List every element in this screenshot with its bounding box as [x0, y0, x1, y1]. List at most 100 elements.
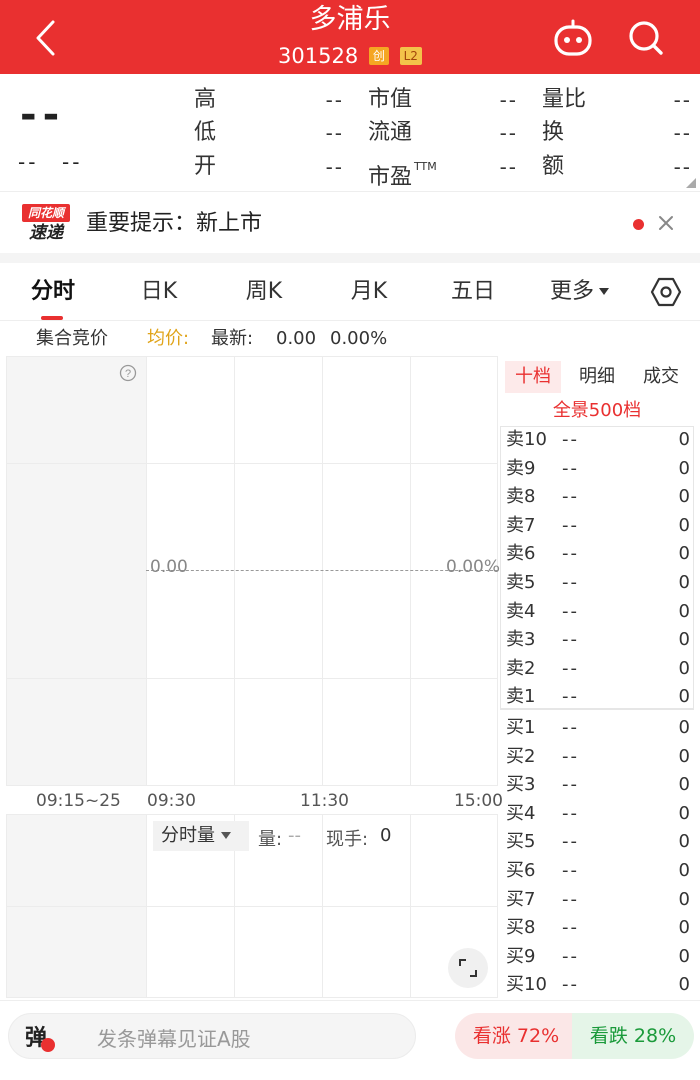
- level-volume: 0: [678, 774, 690, 796]
- open-value: --: [325, 155, 344, 179]
- tab-daily-k[interactable]: 日K: [120, 263, 198, 321]
- orderbook-tab-trades[interactable]: 成交: [632, 361, 690, 393]
- latest-label: 最新:: [211, 328, 254, 349]
- level-price: --: [562, 745, 579, 767]
- orderbook-buy-row[interactable]: 买7 -- 0: [506, 886, 690, 914]
- level-price: --: [562, 686, 579, 708]
- orderbook-sell-row[interactable]: 卖7 -- 0: [506, 512, 690, 540]
- current-hand-value: 0: [380, 825, 392, 846]
- danmu-input[interactable]: 弹 发条弹幕见证A股: [8, 1013, 416, 1059]
- level-name: 买3: [506, 774, 536, 796]
- level-price: --: [562, 860, 579, 881]
- high-label: 高: [194, 87, 217, 112]
- level-volume: 0: [678, 514, 690, 536]
- caret-down-icon: [221, 832, 231, 839]
- orderbook-sell-row[interactable]: 卖4 -- 0: [506, 598, 690, 626]
- level-volume: 0: [678, 629, 690, 651]
- orderbook-buy-row[interactable]: 买4 -- 0: [506, 800, 690, 828]
- orderbook-tab-detail[interactable]: 明细: [568, 361, 626, 393]
- grid-line: [410, 356, 411, 786]
- orderbook-buy-row[interactable]: 买10 -- 0: [506, 971, 690, 999]
- level2-badge: L2: [399, 47, 422, 65]
- pe-label: 市盈 TTM: [368, 152, 437, 193]
- active-tab-indicator: [41, 316, 63, 320]
- price-chart-frame: [6, 356, 498, 786]
- level-price: --: [562, 486, 579, 508]
- auction-label: 集合竞价: [36, 328, 108, 349]
- level-name: 卖2: [506, 657, 536, 679]
- orderbook-sell-row[interactable]: 卖3 -- 0: [506, 626, 690, 654]
- market-cap-label: 市值: [368, 87, 413, 112]
- orderbook-sell-row[interactable]: 卖2 -- 0: [506, 655, 690, 683]
- bull-vote-label: 看涨 72%: [472, 1025, 560, 1047]
- tab-weekly-k[interactable]: 周K: [225, 263, 303, 321]
- orderbook-sell-row[interactable]: 卖10 -- 0: [506, 426, 690, 454]
- high-value: --: [325, 88, 344, 112]
- orderbook-buy-row[interactable]: 买1 -- 0: [506, 714, 690, 742]
- tab-monthly-k[interactable]: 月K: [330, 263, 408, 321]
- chinext-badge: 创: [368, 47, 389, 65]
- search-button[interactable]: [622, 14, 670, 62]
- level-volume: 0: [678, 600, 690, 622]
- level-name: 卖4: [506, 600, 536, 622]
- orderbook-sell-row[interactable]: 卖1 -- 0: [506, 683, 690, 711]
- latest-pct: 0.00%: [330, 328, 388, 349]
- stock-code: 301528: [278, 44, 359, 68]
- orderbook-sell-row[interactable]: 卖6 -- 0: [506, 540, 690, 568]
- tab-intraday[interactable]: 分时: [14, 263, 92, 321]
- amount-value: --: [673, 155, 692, 179]
- level-volume: 0: [678, 543, 690, 565]
- orderbook-sell-row[interactable]: 卖8 -- 0: [506, 483, 690, 511]
- level-name: 买9: [506, 945, 536, 967]
- level-name: 买6: [506, 860, 536, 881]
- tab-more-label: 更多: [549, 279, 594, 304]
- volume-type-dropdown[interactable]: 分时量: [153, 821, 249, 851]
- close-icon[interactable]: [658, 215, 674, 231]
- notice-bar[interactable]: 同花顺 速递 重要提示：新上市: [0, 195, 700, 253]
- orderbook-buy-row[interactable]: 买5 -- 0: [506, 828, 690, 856]
- turnover-label: 换: [542, 120, 565, 145]
- turnover-value: --: [673, 121, 692, 145]
- panorama-500-link[interactable]: 全景500档: [500, 398, 694, 424]
- orderbook-buy-row[interactable]: 买8 -- 0: [506, 914, 690, 942]
- bear-vote-button[interactable]: 看跌 28%: [572, 1013, 694, 1059]
- auction-status-bar: 集合竞价 均价: 最新: 0.00 0.00%: [0, 322, 700, 356]
- time-label-open: 09:30: [147, 791, 196, 811]
- tab-more[interactable]: 更多: [540, 263, 620, 321]
- level-volume: 0: [678, 745, 690, 767]
- level-volume: 0: [678, 945, 690, 967]
- level-price: --: [562, 888, 579, 910]
- level-name: 买4: [506, 802, 536, 824]
- level-name: 卖9: [506, 457, 536, 479]
- level-volume: 0: [678, 802, 690, 824]
- time-label-close: 15:00: [454, 791, 503, 811]
- notice-text: 重要提示：新上市: [86, 211, 263, 236]
- orderbook-buy-row[interactable]: 买3 -- 0: [506, 771, 690, 799]
- fullscreen-button[interactable]: [448, 948, 488, 988]
- volume-value: --: [288, 825, 301, 846]
- level-price: --: [562, 917, 579, 939]
- volume-ratio-value: --: [673, 88, 692, 112]
- level-price: --: [562, 802, 579, 824]
- settings-hexagon-icon[interactable]: [650, 276, 682, 308]
- section-divider: [0, 253, 700, 263]
- orderbook-tab-tenlevel[interactable]: 十档: [505, 361, 561, 393]
- level-volume: 0: [678, 429, 690, 450]
- level-name: 卖7: [506, 514, 536, 536]
- orderbook-sell-row[interactable]: 卖9 -- 0: [506, 455, 690, 483]
- bull-vote-button[interactable]: 看涨 72%: [455, 1013, 577, 1059]
- expand-corner-icon[interactable]: [686, 178, 696, 188]
- low-label: 低: [194, 120, 217, 145]
- orderbook-buy-row[interactable]: 买9 -- 0: [506, 943, 690, 971]
- logo-top: 同花顺: [22, 204, 70, 222]
- robot-assistant-button[interactable]: [549, 14, 597, 62]
- orderbook-buy-row[interactable]: 买6 -- 0: [506, 857, 690, 885]
- tab-five-day[interactable]: 五日: [434, 263, 512, 321]
- level-name: 卖6: [506, 543, 536, 565]
- level-price: --: [562, 717, 579, 738]
- pct-axis-label: 0.00%: [446, 557, 501, 577]
- level-volume: 0: [678, 860, 690, 881]
- orderbook-buy-row[interactable]: 买2 -- 0: [506, 743, 690, 771]
- orderbook-sell-row[interactable]: 卖5 -- 0: [506, 569, 690, 597]
- danmu-check-badge: [41, 1038, 55, 1052]
